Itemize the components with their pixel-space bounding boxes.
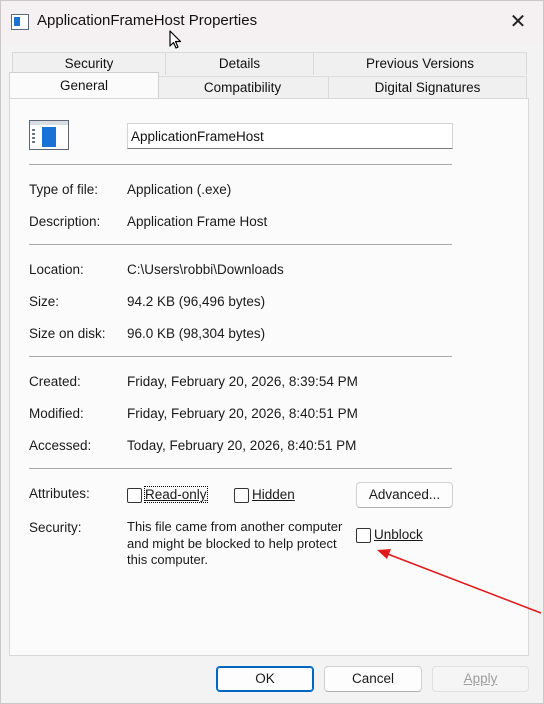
readonly-label[interactable]: Read-only: [144, 486, 208, 503]
location-value: C:\Users\robbi\Downloads: [127, 262, 284, 277]
tab-previous-versions[interactable]: Previous Versions: [313, 52, 527, 75]
unblock-label[interactable]: Unblock: [374, 527, 423, 542]
apply-button[interactable]: Apply: [432, 666, 529, 692]
created-label: Created:: [29, 374, 81, 389]
app-window-icon: [11, 14, 29, 30]
size-on-disk-label: Size on disk:: [29, 326, 106, 341]
accessed-label: Accessed:: [29, 438, 92, 453]
size-on-disk-value: 96.0 KB (98,304 bytes): [127, 326, 266, 341]
size-value: 94.2 KB (96,496 bytes): [127, 294, 266, 309]
tab-details[interactable]: Details: [165, 52, 314, 75]
modified-label: Modified:: [29, 406, 84, 421]
tab-digital-signatures[interactable]: Digital Signatures: [328, 76, 527, 99]
modified-value: Friday, February 20, 2026, 8:40:51 PM: [127, 406, 358, 421]
divider: [29, 468, 452, 469]
unblock-checkbox[interactable]: [356, 528, 371, 543]
window-title: ApplicationFrameHost Properties: [37, 12, 258, 29]
red-arrow-annotation: [377, 549, 542, 614]
hidden-label[interactable]: Hidden: [252, 487, 295, 502]
accessed-value: Today, February 20, 2026, 8:40:51 PM: [127, 438, 357, 453]
attributes-label: Attributes:: [29, 486, 90, 501]
hidden-checkbox[interactable]: [234, 488, 249, 503]
divider: [29, 164, 452, 165]
ok-button[interactable]: OK: [216, 666, 314, 692]
file-name-input[interactable]: [127, 123, 453, 149]
advanced-button[interactable]: Advanced...: [356, 482, 453, 508]
properties-dialog: ApplicationFrameHost Properties ✕ Securi…: [0, 0, 544, 704]
divider: [29, 244, 452, 245]
type-of-file-value: Application (.exe): [127, 182, 232, 197]
tab-general[interactable]: General: [9, 72, 159, 98]
tab-compatibility[interactable]: Compatibility: [156, 76, 329, 99]
location-label: Location:: [29, 262, 84, 277]
created-value: Friday, February 20, 2026, 8:39:54 PM: [127, 374, 358, 389]
divider: [29, 356, 452, 357]
description-label: Description:: [29, 214, 101, 229]
title-bar[interactable]: ApplicationFrameHost Properties ✕: [1, 1, 543, 43]
close-button[interactable]: ✕: [499, 7, 537, 37]
mouse-cursor-icon: [169, 30, 182, 49]
application-icon: [29, 120, 69, 150]
size-label: Size:: [29, 294, 60, 309]
readonly-checkbox[interactable]: [127, 488, 142, 503]
type-of-file-label: Type of file:: [29, 182, 99, 197]
security-warning-text: This file came from another computer and…: [127, 519, 343, 567]
description-value: Application Frame Host: [127, 214, 268, 229]
cancel-button[interactable]: Cancel: [324, 666, 422, 692]
security-label: Security:: [29, 520, 82, 535]
